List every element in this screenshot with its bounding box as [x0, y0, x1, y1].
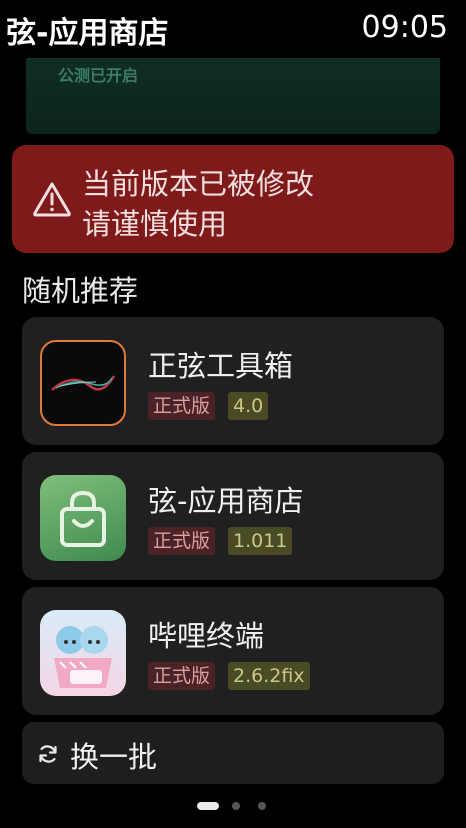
sine-toolbox-icon — [40, 340, 126, 426]
app-card-xian-store[interactable]: 弦-应用商店 正式版 1.011 — [22, 452, 444, 580]
release-tag: 正式版 — [148, 662, 216, 690]
warning-line-1: 当前版本已被修改 — [82, 167, 315, 201]
page-dot-active[interactable] — [197, 802, 219, 810]
version-tag: 4.0 — [228, 392, 269, 420]
banner-text: 公测已开启 — [58, 66, 139, 85]
beta-banner[interactable]: 公测已开启 — [26, 58, 440, 134]
store-bag-icon — [40, 475, 126, 561]
app-name: 弦-应用商店 — [148, 484, 304, 518]
status-bar: 弦-应用商店 09:05 — [0, 0, 466, 60]
page-dot[interactable] — [258, 802, 266, 810]
app-title: 弦-应用商店 — [6, 16, 169, 51]
warning-line-2: 请谨慎使用 — [82, 207, 228, 241]
warning-triangle-icon — [33, 182, 71, 217]
section-title: 随机推荐 — [22, 274, 139, 308]
modified-version-warning: 当前版本已被修改 请谨慎使用 — [12, 145, 454, 253]
refresh-label: 换一批 — [70, 740, 158, 774]
app-card-bili-terminal[interactable]: 哔哩终端 正式版 2.6.2fix — [22, 587, 444, 715]
app-card-sine-toolbox[interactable]: 正弦工具箱 正式版 4.0 — [22, 317, 444, 445]
release-tag: 正式版 — [148, 392, 216, 420]
release-tag: 正式版 — [148, 527, 216, 555]
refresh-batch-button[interactable]: 换一批 — [22, 722, 444, 784]
version-tag: 2.6.2fix — [228, 662, 310, 690]
app-name: 正弦工具箱 — [148, 349, 294, 383]
version-tag: 1.011 — [228, 527, 293, 555]
bilibili-terminal-icon — [40, 610, 126, 696]
page-indicator — [0, 800, 466, 812]
app-name: 哔哩终端 — [148, 619, 265, 653]
clock: 09:05 — [361, 10, 448, 45]
refresh-icon — [39, 745, 57, 763]
page-dot[interactable] — [232, 802, 240, 810]
